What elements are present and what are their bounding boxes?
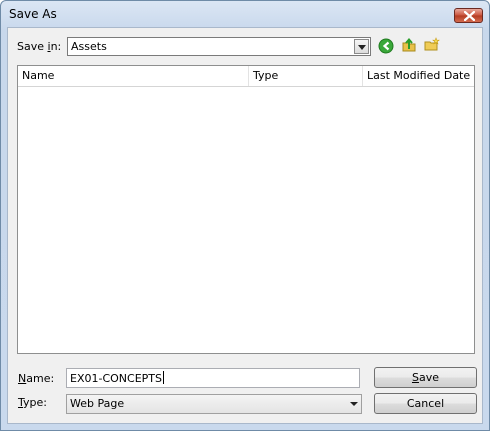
up-folder-icon[interactable]	[401, 37, 417, 53]
save-button[interactable]: Save	[374, 367, 477, 388]
close-icon	[464, 11, 475, 21]
column-header-name[interactable]: Name	[18, 66, 249, 86]
new-folder-icon[interactable]	[424, 37, 440, 53]
file-list[interactable]: Name Type Last Modified Date	[17, 65, 475, 354]
file-list-header: Name Type Last Modified Date	[18, 66, 474, 87]
file-type-dropdown[interactable]: Web Page	[66, 394, 362, 414]
file-type-value: Web Page	[70, 397, 125, 410]
file-name-value: EX01-CONCEPTS	[70, 372, 162, 385]
save-as-dialog: Save As Save in: Assets Name Type Last M…	[0, 0, 490, 431]
column-header-type[interactable]: Type	[249, 66, 363, 86]
save-in-label: Save in:	[17, 40, 62, 53]
type-label: Type:	[18, 396, 47, 409]
cancel-button[interactable]: Cancel	[374, 393, 477, 414]
save-in-dropdown[interactable]: Assets	[67, 37, 371, 56]
close-button[interactable]	[454, 8, 483, 23]
title-bar[interactable]: Save As	[1, 1, 489, 27]
name-label: Name:	[18, 372, 55, 385]
text-caret	[163, 371, 164, 384]
back-arrow-icon[interactable]	[378, 38, 394, 54]
column-header-modified[interactable]: Last Modified Date	[363, 66, 474, 86]
save-in-value: Assets	[71, 40, 107, 53]
dialog-title: Save As	[9, 7, 57, 21]
chevron-down-icon[interactable]	[345, 395, 361, 413]
file-name-input[interactable]: EX01-CONCEPTS	[66, 368, 360, 388]
dialog-body: Save in: Assets Name Type Last Modified …	[7, 27, 483, 424]
chevron-down-icon[interactable]	[354, 39, 369, 54]
